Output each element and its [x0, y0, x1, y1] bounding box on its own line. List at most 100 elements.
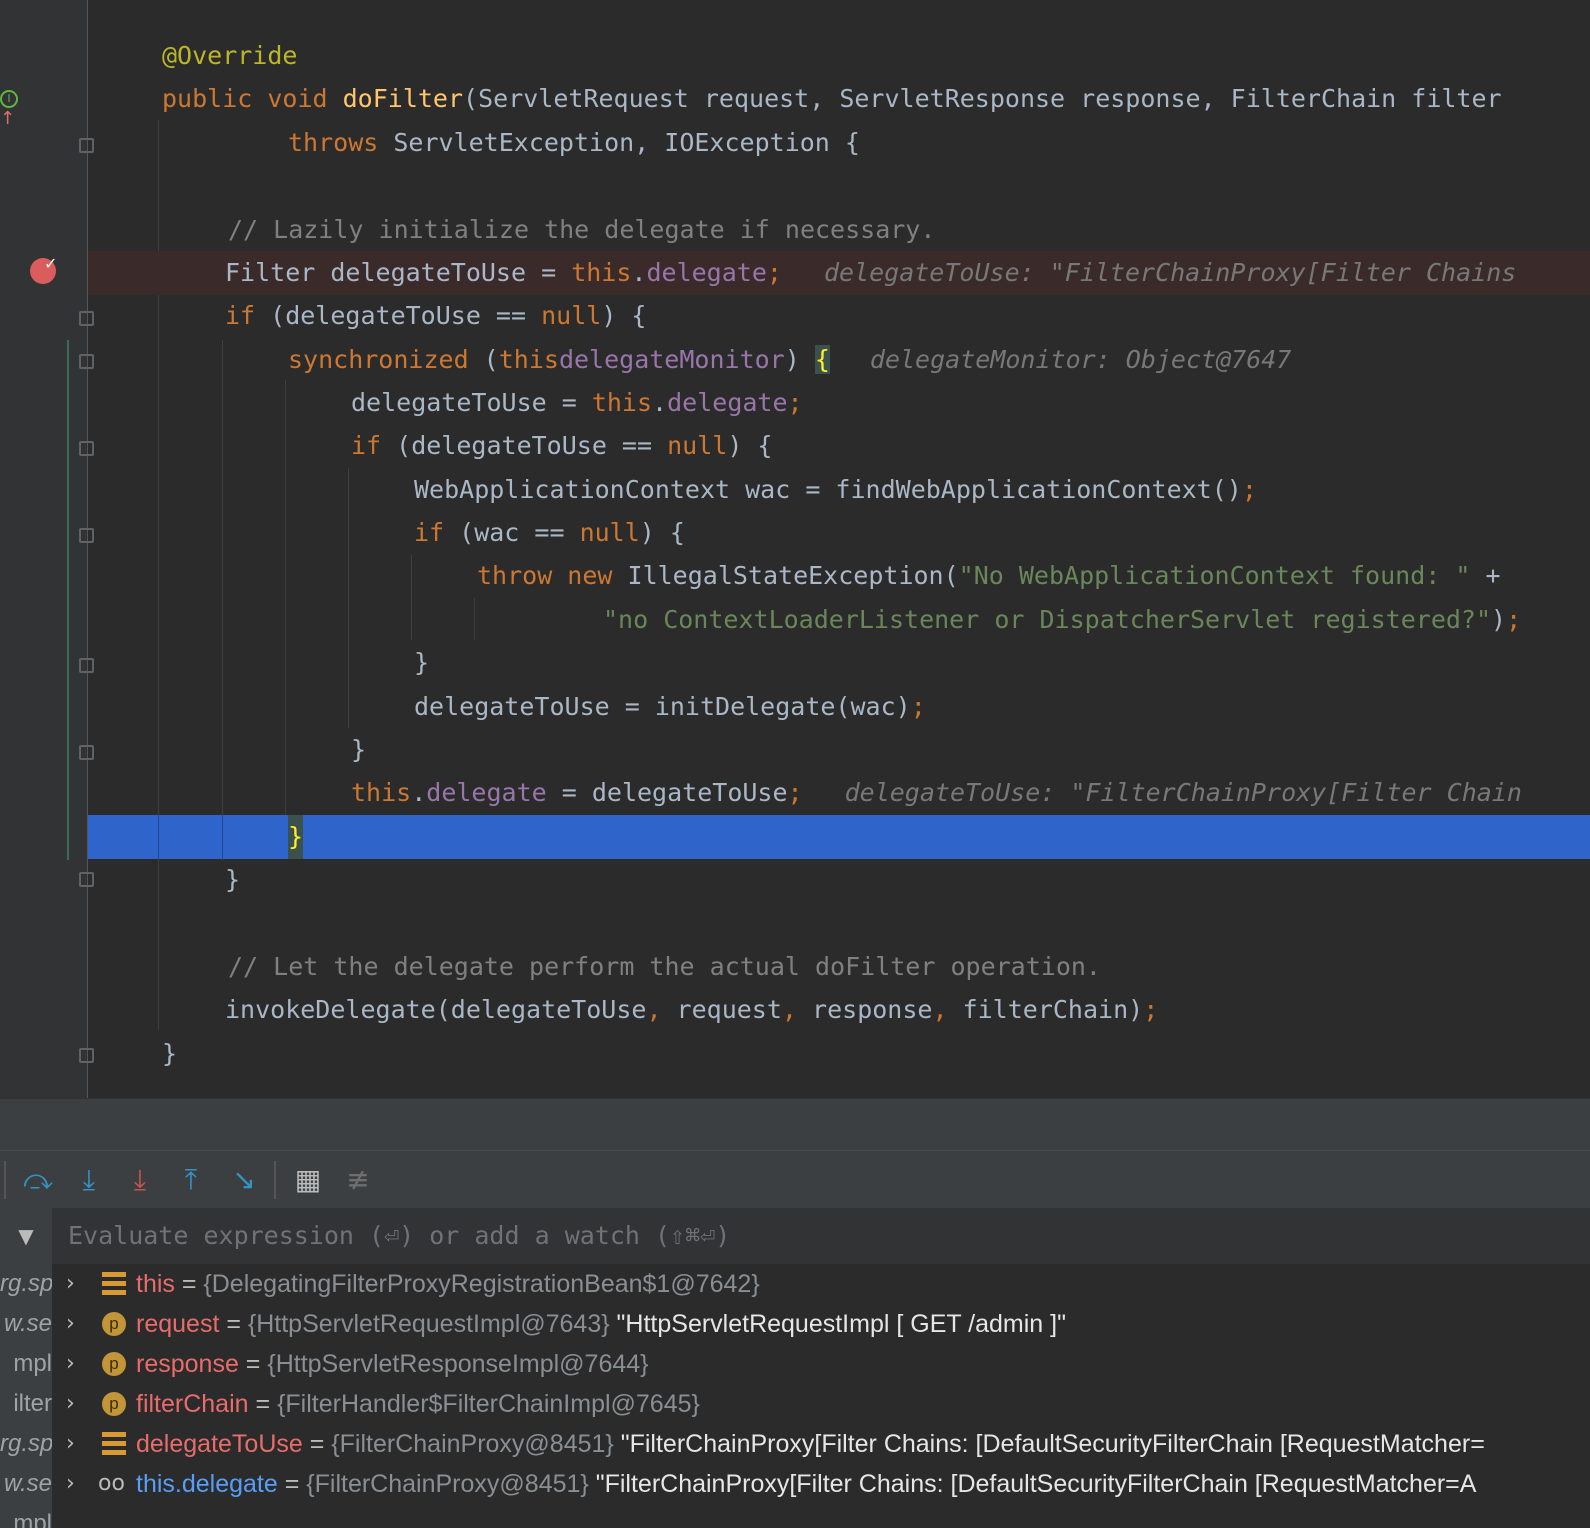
code-line[interactable]: if (delegateToUse == null) {	[0, 424, 1590, 468]
keyword: if	[351, 431, 397, 460]
equals: =	[238, 1350, 268, 1378]
watch-name: this.delegate	[136, 1470, 278, 1498]
variables-tree[interactable]: › this = {DelegatingFilterProxyRegistrat…	[52, 1264, 1590, 1528]
code-line[interactable]: // Lazily initialize the delegate if nec…	[0, 208, 1590, 252]
execution-point-line[interactable]: }	[88, 815, 1590, 859]
exceptions: ServletException, IOException {	[393, 128, 860, 157]
code-line[interactable]: // Let the delegate perform the actual d…	[0, 945, 1590, 989]
keyword: throws	[288, 128, 394, 157]
trace-icon[interactable]: ≢	[340, 1161, 376, 1199]
variable-type: {FilterChainProxy@8451}	[306, 1470, 589, 1498]
debug-panel-header	[0, 1098, 1590, 1151]
code-line[interactable]: public void doFilter(ServletRequest requ…	[0, 77, 1590, 121]
watch-icon: oo	[98, 1471, 125, 1496]
frame-item[interactable]: rg.sp	[0, 1424, 52, 1464]
evaluate-expression-input[interactable]: Evaluate expression (⏎) or add a watch (…	[68, 1208, 730, 1264]
keyword: synchronized	[288, 345, 484, 374]
step-into-icon[interactable]: ⤓	[71, 1161, 107, 1199]
comma: ,	[932, 995, 948, 1024]
frame-item[interactable]: ilter	[0, 1384, 52, 1424]
code-line[interactable]: delegateToUse = this.delegate;	[0, 381, 1590, 425]
equals: =	[302, 1430, 332, 1458]
evaluate-expression-bar[interactable]: Evaluate expression (⏎) or add a watch (…	[52, 1208, 1590, 1265]
code-text: )	[784, 345, 815, 374]
code-line[interactable]: if (wac == null) {	[0, 511, 1590, 555]
variable-value: "HttpServletRequestImpl [ GET /admin ]"	[609, 1310, 1066, 1338]
keyword: null	[667, 431, 728, 460]
keyword: if	[225, 301, 271, 330]
code-text: (wac ==	[459, 518, 580, 547]
expand-chevron-icon[interactable]: ›	[66, 1464, 75, 1504]
variable-value: "FilterChainProxy[Filter Chains: [Defaul…	[613, 1430, 1485, 1458]
equals: =	[248, 1390, 278, 1418]
semicolon: ;	[1143, 995, 1159, 1024]
variable-type: {DelegatingFilterProxyRegistrationBean$1…	[203, 1270, 760, 1298]
code-line[interactable]: "no ContextLoaderListener or DispatcherS…	[0, 598, 1590, 642]
method-name: doFilter	[342, 84, 464, 113]
variable-row[interactable]: › delegateToUse = {FilterChainProxy@8451…	[52, 1424, 1590, 1464]
code-line[interactable]: WebApplicationContext wac = findWebAppli…	[0, 468, 1590, 512]
semicolon: ;	[1506, 605, 1522, 634]
code-line[interactable]: synchronized (thisdelegateMonitor) {dele…	[0, 338, 1590, 382]
frame-item[interactable]: rg.sp	[0, 1264, 52, 1304]
variable-row[interactable]: › p filterChain = {FilterHandler$FilterC…	[52, 1384, 1590, 1424]
toolbar-separator	[4, 1161, 6, 1199]
variable-row[interactable]: › p response = {HttpServletResponseImpl@…	[52, 1344, 1590, 1384]
code-line[interactable]: throws ServletException, IOException {	[0, 121, 1590, 165]
code-line[interactable]: }	[0, 728, 1590, 772]
inline-value-hint: delegateToUse: "FilterChainProxy[Filter …	[844, 778, 1522, 807]
matched-brace: }	[288, 815, 304, 859]
semicolon: ;	[766, 258, 782, 287]
code-text: response	[796, 995, 933, 1024]
code-text: .	[652, 388, 668, 417]
code-line[interactable]: @Override	[0, 34, 1590, 78]
frame-item[interactable]: mpl	[0, 1344, 52, 1384]
variable-row[interactable]: › p request = {HttpServletRequestImpl@76…	[52, 1304, 1590, 1344]
code-line[interactable]: invokeDelegate(delegateToUse, request, r…	[0, 988, 1590, 1032]
variable-name: this	[136, 1270, 175, 1298]
code-line[interactable]: }	[0, 858, 1590, 902]
code-line[interactable]: }	[0, 1032, 1590, 1076]
closing-brace: }	[162, 1039, 178, 1068]
force-step-into-icon[interactable]: ⤓	[122, 1161, 158, 1199]
frame-item[interactable]: mpl	[0, 1504, 52, 1528]
code-text: )	[1491, 605, 1507, 634]
code-text: invokeDelegate(delegateToUse	[225, 995, 647, 1024]
step-over-icon[interactable]: ⤼	[20, 1161, 56, 1199]
closing-brace: }	[414, 648, 430, 677]
variable-type: {FilterHandler$FilterChainImpl@7645}	[277, 1390, 700, 1418]
annotation-override: @Override	[162, 41, 298, 70]
step-out-icon[interactable]: ⤒	[173, 1161, 209, 1199]
evaluate-icon[interactable]: ▦	[290, 1161, 326, 1199]
variable-row[interactable]: › oo this.delegate = {FilterChainProxy@8…	[52, 1464, 1590, 1504]
expand-chevron-icon[interactable]: ›	[66, 1264, 75, 1304]
code-line[interactable]: delegateToUse = initDelegate(wac);	[0, 685, 1590, 729]
frame-item[interactable]: w.se	[0, 1304, 52, 1344]
code-line[interactable]: if (delegateToUse == null) {	[0, 294, 1590, 338]
collapse-frames-icon[interactable]: ▼	[0, 1208, 52, 1264]
code-line[interactable]: throw new IllegalStateException("No WebA…	[0, 554, 1590, 598]
code-text: request	[661, 995, 782, 1024]
closing-brace: }	[225, 865, 241, 894]
comment: // Let the delegate perform the actual d…	[228, 952, 1101, 981]
code-text: WebApplicationContext wac = findWebAppli…	[414, 475, 1242, 504]
code-line[interactable]: }	[0, 641, 1590, 685]
breakpoint-line[interactable]: Filter delegateToUse = this.delegate; del…	[88, 251, 1590, 295]
run-to-cursor-icon[interactable]: ↘	[226, 1161, 262, 1199]
code-line[interactable]: this.delegate = delegateToUse; delegateTo…	[0, 771, 1590, 815]
expand-chevron-icon[interactable]: ›	[66, 1344, 75, 1384]
expand-chevron-icon[interactable]: ›	[66, 1384, 75, 1424]
frame-item[interactable]: w.se	[0, 1464, 52, 1504]
keyword: public void	[162, 84, 343, 113]
variable-type: {HttpServletRequestImpl@7643}	[247, 1310, 610, 1338]
code-text: delegateToUse =	[351, 388, 592, 417]
debugger-toolbar: ⤼ ⤓ ⤓ ⤒ ↘ ▦ ≢	[0, 1150, 1590, 1210]
variable-row[interactable]: › this = {DelegatingFilterProxyRegistrat…	[52, 1264, 1590, 1304]
variable-name: filterChain	[136, 1390, 249, 1418]
code-editor[interactable]: I↑ ✓ @Override public void doFilter(Serv…	[0, 0, 1590, 1098]
expand-chevron-icon[interactable]: ›	[66, 1424, 75, 1464]
keyword: if	[414, 518, 460, 547]
string-literal: "No WebApplicationContext found: "	[958, 561, 1471, 590]
keyword: null	[579, 518, 640, 547]
expand-chevron-icon[interactable]: ›	[66, 1304, 75, 1344]
